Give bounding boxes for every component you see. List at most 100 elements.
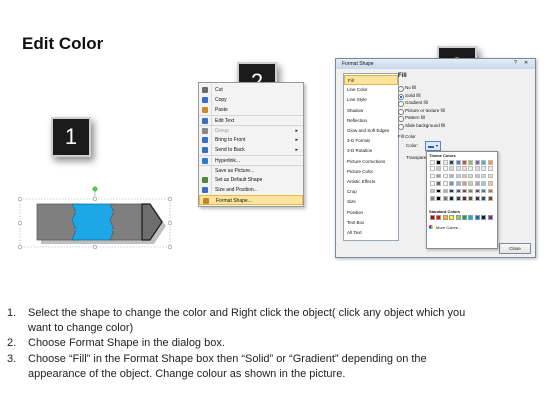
theme-color-swatch[interactable] bbox=[430, 181, 435, 186]
category-shadow[interactable]: Shadow bbox=[344, 106, 398, 116]
menu-item-bring-to-front[interactable]: Bring to Front ▸ bbox=[199, 135, 303, 145]
theme-color-swatch[interactable] bbox=[442, 181, 448, 186]
dialog-titlebar[interactable]: Format Shape ? ✕ bbox=[336, 59, 535, 69]
menu-item-cut[interactable]: Cut bbox=[199, 85, 303, 95]
category-picture-corrections[interactable]: Picture Corrections bbox=[344, 157, 398, 167]
theme-color-swatch[interactable] bbox=[468, 160, 474, 165]
standard-color-swatch[interactable] bbox=[449, 215, 455, 220]
theme-color-swatch[interactable] bbox=[481, 188, 487, 194]
theme-color-swatch[interactable] bbox=[462, 188, 467, 194]
theme-color-swatch[interactable] bbox=[468, 166, 474, 171]
theme-color-swatch[interactable] bbox=[462, 181, 467, 186]
standard-color-swatch[interactable] bbox=[468, 215, 474, 220]
theme-color-swatch[interactable] bbox=[449, 181, 455, 186]
theme-color-swatch[interactable] bbox=[474, 181, 480, 186]
theme-color-swatch[interactable] bbox=[462, 160, 467, 165]
theme-color-swatch[interactable] bbox=[436, 166, 442, 171]
theme-color-swatch[interactable] bbox=[430, 173, 435, 179]
category-reflection[interactable]: Reflection bbox=[344, 116, 398, 126]
theme-color-swatch[interactable] bbox=[468, 181, 474, 186]
menu-item-paste[interactable]: Paste bbox=[199, 105, 303, 115]
standard-color-swatch[interactable] bbox=[474, 215, 480, 220]
selected-shape-group[interactable] bbox=[16, 185, 181, 267]
theme-color-swatch[interactable] bbox=[436, 188, 442, 194]
menu-item-send-to-back[interactable]: Send to Back ▸ bbox=[199, 145, 303, 155]
theme-color-swatch[interactable] bbox=[487, 196, 493, 201]
menu-item-format-shape[interactable]: Format Shape... bbox=[199, 195, 303, 205]
standard-color-swatch[interactable] bbox=[430, 215, 435, 220]
theme-color-swatch[interactable] bbox=[442, 166, 448, 171]
theme-color-swatch[interactable] bbox=[474, 160, 480, 165]
theme-color-swatch[interactable] bbox=[455, 196, 461, 201]
standard-color-swatch[interactable] bbox=[462, 215, 467, 220]
theme-color-swatch[interactable] bbox=[455, 181, 461, 186]
theme-color-swatch[interactable] bbox=[487, 166, 493, 171]
theme-color-swatch[interactable] bbox=[481, 173, 487, 179]
category-fill[interactable]: Fill bbox=[344, 75, 398, 85]
theme-color-swatch[interactable] bbox=[442, 160, 448, 165]
radio-solid-fill[interactable]: Solid fill bbox=[398, 93, 518, 100]
theme-color-swatch[interactable] bbox=[430, 196, 435, 201]
standard-color-swatch[interactable] bbox=[481, 215, 487, 220]
theme-color-swatch[interactable] bbox=[474, 173, 480, 179]
theme-color-swatch[interactable] bbox=[436, 181, 442, 186]
category-glow-and-soft-edges[interactable]: Glow and Soft Edges bbox=[344, 126, 398, 136]
category-artistic-effects[interactable]: Artistic Effects bbox=[344, 177, 398, 187]
radio-slide-background-fill[interactable]: Slide background fill bbox=[398, 123, 518, 130]
radio-pattern-fill[interactable]: Pattern fill bbox=[398, 115, 518, 122]
theme-color-swatch[interactable] bbox=[487, 160, 493, 165]
radio-gradient-fill[interactable]: Gradient fill bbox=[398, 100, 518, 107]
menu-item-size-and-position[interactable]: Size and Position... bbox=[199, 185, 303, 195]
theme-color-swatch[interactable] bbox=[487, 173, 493, 179]
category-picture-color[interactable]: Picture Color bbox=[344, 167, 398, 177]
theme-color-swatch[interactable] bbox=[468, 188, 474, 194]
theme-color-swatch[interactable] bbox=[430, 188, 435, 194]
theme-color-swatch[interactable] bbox=[462, 196, 467, 201]
theme-color-swatch[interactable] bbox=[455, 188, 461, 194]
theme-color-swatch[interactable] bbox=[462, 166, 467, 171]
category-line-color[interactable]: Line Color bbox=[344, 85, 398, 95]
theme-color-swatch[interactable] bbox=[462, 173, 467, 179]
menu-item-copy[interactable]: Copy bbox=[199, 95, 303, 105]
theme-color-swatch[interactable] bbox=[481, 160, 487, 165]
radio-picture-or-texture-fill[interactable]: Picture or texture fill bbox=[398, 108, 518, 115]
category-text-box[interactable]: Text Box bbox=[344, 218, 398, 228]
theme-color-swatch[interactable] bbox=[487, 181, 493, 186]
more-colors-item[interactable]: More Colors... bbox=[429, 224, 493, 232]
theme-color-swatch[interactable] bbox=[468, 173, 474, 179]
category-alt-text[interactable]: Alt Text bbox=[344, 228, 398, 238]
menu-item-set-as-default-shape[interactable]: Set as Default Shape bbox=[199, 175, 303, 185]
category-size[interactable]: Size bbox=[344, 197, 398, 207]
theme-color-swatch[interactable] bbox=[449, 188, 455, 194]
theme-color-swatch[interactable] bbox=[436, 173, 442, 179]
theme-color-swatch[interactable] bbox=[481, 196, 487, 201]
standard-color-swatch[interactable] bbox=[487, 215, 493, 220]
theme-color-swatch[interactable] bbox=[430, 166, 435, 171]
category-3-d-rotation[interactable]: 3-D Rotation bbox=[344, 146, 398, 156]
theme-color-swatch[interactable] bbox=[436, 196, 442, 201]
theme-color-swatch[interactable] bbox=[442, 173, 448, 179]
theme-color-swatch[interactable] bbox=[436, 160, 442, 165]
category-line-style[interactable]: Line Style bbox=[344, 95, 398, 105]
theme-color-swatch[interactable] bbox=[449, 160, 455, 165]
radio-no-fill[interactable]: No fill bbox=[398, 85, 518, 92]
theme-color-swatch[interactable] bbox=[487, 188, 493, 194]
theme-color-swatch[interactable] bbox=[449, 173, 455, 179]
theme-color-swatch[interactable] bbox=[474, 188, 480, 194]
theme-color-swatch[interactable] bbox=[455, 166, 461, 171]
standard-color-swatch[interactable] bbox=[436, 215, 442, 220]
theme-color-swatch[interactable] bbox=[442, 196, 448, 201]
help-icon[interactable]: ? bbox=[514, 60, 517, 66]
theme-color-swatch[interactable] bbox=[455, 160, 461, 165]
theme-color-swatch[interactable] bbox=[481, 181, 487, 186]
theme-color-swatch[interactable] bbox=[474, 166, 480, 171]
theme-color-swatch[interactable] bbox=[481, 166, 487, 171]
category-position[interactable]: Position bbox=[344, 208, 398, 218]
theme-color-swatch[interactable] bbox=[468, 196, 474, 201]
close-icon[interactable]: ✕ bbox=[524, 60, 528, 66]
standard-color-swatch[interactable] bbox=[455, 215, 461, 220]
theme-color-swatch[interactable] bbox=[455, 173, 461, 179]
theme-color-swatch[interactable] bbox=[449, 166, 455, 171]
theme-color-swatch[interactable] bbox=[430, 160, 435, 165]
theme-color-swatch[interactable] bbox=[449, 196, 455, 201]
